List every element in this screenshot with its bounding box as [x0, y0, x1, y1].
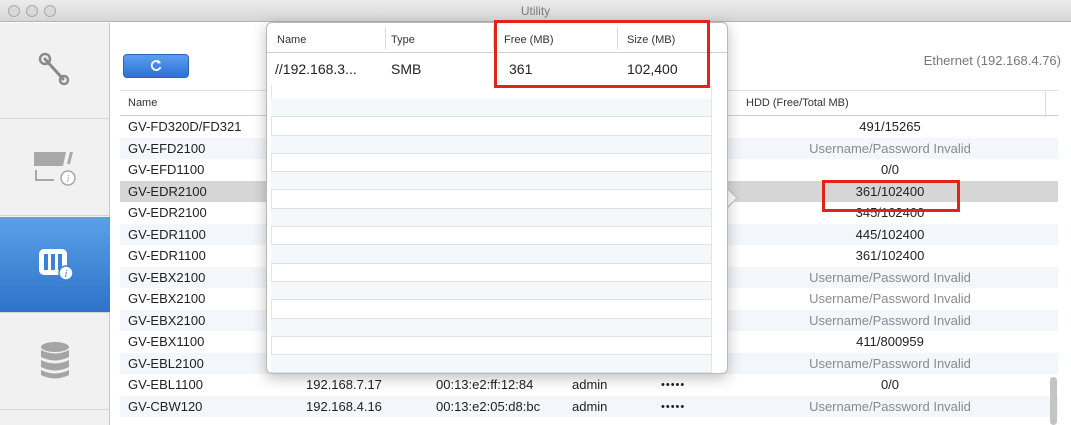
device-hdd: 0/0: [880, 377, 900, 392]
device-info-icon: i: [30, 144, 80, 191]
device-hdd: Username/Password Invalid: [809, 355, 971, 371]
title-bar: Utility: [0, 0, 1071, 22]
empty-grid-row: [271, 227, 711, 246]
empty-grid-row: [271, 300, 711, 319]
empty-grid-row: [271, 99, 711, 118]
svg-text:i: i: [65, 269, 68, 280]
device-name: GV-EBX2100: [128, 291, 206, 306]
svg-text:i: i: [67, 174, 70, 185]
device-mac: 00:13:e2:ff:12:84: [436, 377, 534, 392]
storage-type: SMB: [391, 61, 422, 77]
device-password: •••••: [661, 400, 686, 413]
empty-grid-row: [271, 172, 711, 191]
device-name: GV-EDR1100: [128, 248, 206, 263]
device-password: •••••: [661, 379, 686, 391]
device-username: admin: [572, 398, 608, 414]
grid-line: [711, 85, 712, 373]
device-name: GV-EDR2100: [128, 183, 207, 199]
empty-grid-row: [271, 318, 711, 337]
device-name: GV-EBX1100: [128, 334, 205, 349]
device-name: GV-EFD1100: [128, 162, 205, 177]
device-hdd: 0/0: [880, 162, 900, 177]
sidebar-item-storage-info[interactable]: i: [0, 217, 110, 313]
device-name: GV-CBW120: [128, 398, 203, 414]
device-name: GV-EFD2100: [128, 140, 206, 156]
empty-grid-row: [271, 117, 711, 136]
device-hdd: 445/102400: [855, 226, 925, 242]
device-hdd: Username/Password Invalid: [809, 140, 971, 156]
device-hdd: 411/800959: [856, 334, 924, 349]
device-hdd: Username/Password Invalid: [809, 312, 971, 328]
table-row[interactable]: GV-CBW120 192.168.4.16 00:13:e2:05:d8:bc ad…: [120, 395, 1058, 417]
database-icon: [37, 338, 73, 385]
device-ip: 192.168.4.16: [306, 398, 382, 414]
device-mac: 00:13:e2:05:d8:bc: [436, 398, 541, 414]
device-name: GV-EDR1100: [128, 226, 206, 242]
storage-empty-grid: [271, 99, 711, 373]
device-name: GV-EBL1100: [128, 377, 203, 392]
column-header-storage-name[interactable]: Name: [277, 34, 306, 46]
empty-grid-row: [271, 281, 711, 301]
empty-grid-row: [271, 135, 711, 154]
device-name: GV-EBX2100: [128, 269, 206, 285]
wrench-icon: [35, 49, 75, 92]
column-header-type[interactable]: Type: [391, 34, 415, 46]
column-divider: [1045, 91, 1046, 117]
device-hdd: Username/Password Invalid: [809, 398, 971, 414]
table-scrollbar[interactable]: [1050, 377, 1057, 425]
sidebar-item-device-info[interactable]: i: [0, 120, 110, 216]
device-ip: 192.168.7.17: [306, 377, 382, 392]
sidebar-item-tools[interactable]: [0, 23, 110, 119]
table-row[interactable]: GV-EBL1100 192.168.7.17 00:13:e2:ff:12:84 a…: [120, 374, 1058, 396]
empty-grid-row: [271, 154, 711, 173]
empty-grid-row: [271, 355, 711, 373]
sidebar: i i: [0, 23, 110, 425]
column-header-name[interactable]: Name: [128, 97, 157, 109]
device-hdd: 491/15265: [859, 119, 921, 134]
sidebar-item-database[interactable]: [0, 314, 110, 410]
empty-grid-row: [271, 190, 711, 209]
column-header-hdd[interactable]: HDD (Free/Total MB): [746, 97, 849, 109]
empty-grid-row: [271, 264, 711, 282]
device-name: GV-FD320D/FD321: [128, 119, 242, 134]
network-interface-label: Ethernet (192.168.4.76): [923, 53, 1061, 68]
device-hdd: Username/Password Invalid: [809, 269, 971, 285]
device-name: GV-EBL2100: [128, 355, 204, 371]
highlight-box-free-size: [494, 20, 710, 88]
device-hdd: Username/Password Invalid: [809, 291, 971, 306]
device-hdd: 361/102400: [855, 248, 925, 263]
storage-name: //192.168.3...: [275, 61, 357, 77]
window-title: Utility: [520, 4, 551, 18]
refresh-icon: [149, 58, 163, 75]
storage-info-icon: i: [33, 241, 77, 288]
column-divider: [385, 27, 386, 49]
refresh-button[interactable]: [123, 54, 189, 78]
highlight-box-hdd: [822, 180, 960, 212]
empty-grid-row: [271, 337, 711, 356]
empty-grid-row: [271, 208, 711, 228]
device-name: GV-EDR2100: [128, 205, 207, 220]
device-username: admin: [572, 377, 608, 392]
device-name: GV-EBX2100: [128, 312, 206, 328]
empty-grid-row: [271, 245, 711, 264]
